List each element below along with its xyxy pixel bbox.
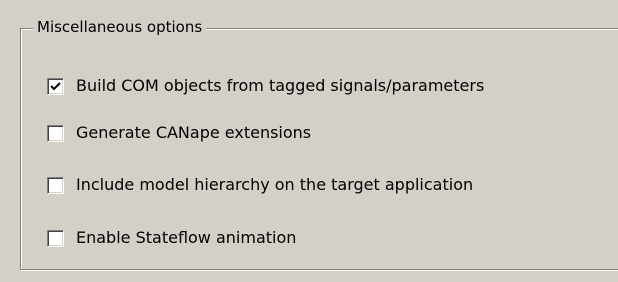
generate-canape-extensions-checkbox[interactable]	[47, 124, 64, 142]
build-com-objects-checkbox[interactable]	[47, 77, 64, 95]
option-enable-stateflow-animation[interactable]: Enable Stateflow animation	[47, 227, 296, 249]
option-include-model-hierarchy[interactable]: Include model hierarchy on the target ap…	[47, 174, 473, 196]
build-com-objects-label: Build COM objects from tagged signals/pa…	[76, 76, 485, 95]
generate-canape-extensions-label: Generate CANape extensions	[76, 123, 312, 142]
enable-stateflow-animation-label: Enable Stateflow animation	[76, 228, 297, 247]
option-build-com-objects[interactable]: Build COM objects from tagged signals/pa…	[47, 75, 484, 97]
include-model-hierarchy-checkbox[interactable]	[47, 176, 64, 194]
include-model-hierarchy-label: Include model hierarchy on the target ap…	[76, 175, 474, 194]
enable-stateflow-animation-checkbox[interactable]	[47, 229, 64, 247]
option-generate-canape-extensions[interactable]: Generate CANape extensions	[47, 122, 311, 144]
groupbox-title: Miscellaneous options	[33, 17, 207, 37]
options-panel: Miscellaneous options Build COM objects …	[0, 0, 618, 282]
checkmark-icon	[50, 81, 61, 90]
